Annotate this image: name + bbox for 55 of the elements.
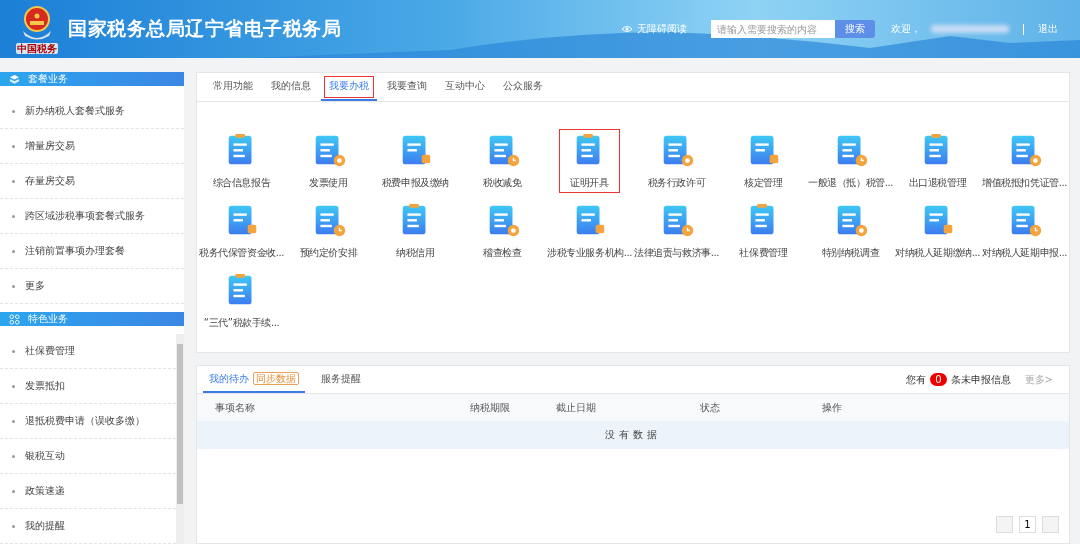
- service-tile[interactable]: 特别纳税调查: [807, 202, 894, 260]
- tab[interactable]: 我的信息: [263, 73, 319, 101]
- service-tile[interactable]: 纳税信用: [372, 202, 459, 260]
- service-tile[interactable]: 税务代保管资金收...: [198, 202, 285, 260]
- service-tile[interactable]: 一般退（抵）税管...: [807, 132, 894, 190]
- tab[interactable]: 公众服务: [495, 73, 551, 101]
- service-tile[interactable]: 增值税抵扣凭证管...: [981, 132, 1068, 190]
- count-badge: 0: [930, 373, 947, 386]
- empty-message: 没有数据: [197, 421, 1069, 449]
- eye-icon: [621, 25, 633, 33]
- service-tile[interactable]: 核定管理: [720, 132, 807, 190]
- column-header: 状态: [700, 400, 721, 415]
- service-tile[interactable]: 涉税专业服务机构...: [546, 202, 633, 260]
- site-title: 国家税务总局辽宁省电子税务局: [68, 16, 341, 41]
- column-header: 操作: [822, 400, 843, 415]
- previous-page-button[interactable]: [996, 516, 1013, 533]
- notice-text: 您有: [906, 372, 927, 387]
- grid-icon: [9, 313, 20, 325]
- sidebar-item[interactable]: 跨区域涉税事项套餐式服务: [0, 199, 184, 234]
- sidebar-item[interactable]: 注销前置事项办理套餐: [0, 234, 184, 269]
- service-tile[interactable]: 对纳税人延期缴纳...: [894, 202, 981, 260]
- sidebar-item[interactable]: 新办纳税人套餐式服务: [0, 94, 184, 129]
- tab[interactable]: 服务提醒: [315, 366, 367, 393]
- welcome-text: 欢迎，: [891, 22, 921, 36]
- page-button[interactable]: 1: [1019, 516, 1036, 533]
- service-tile[interactable]: 税收减免: [459, 132, 546, 190]
- notice-text: 条未申报信息: [950, 372, 1011, 387]
- tab[interactable]: 我要办税: [321, 73, 377, 101]
- sidebar-item[interactable]: 增量房交易: [0, 129, 184, 164]
- service-tile[interactable]: 对纳税人延期申报...: [981, 202, 1068, 260]
- service-tile[interactable]: “三代”税款手续...: [198, 272, 285, 330]
- service-tile[interactable]: 稽查检查: [459, 202, 546, 260]
- service-tile[interactable]: 出口退税管理: [894, 132, 981, 190]
- scrollbar[interactable]: [176, 334, 184, 544]
- next-page-button[interactable]: [1042, 516, 1059, 533]
- service-tile[interactable]: 法律追责与救济事...: [633, 202, 720, 260]
- tab[interactable]: 互动中心: [437, 73, 493, 101]
- section-title: 特色业务: [28, 312, 68, 326]
- service-tile[interactable]: 证明开具: [558, 128, 621, 194]
- column-header: 事项名称: [215, 400, 256, 415]
- service-tile[interactable]: 社保费管理: [720, 202, 807, 260]
- sidebar-item[interactable]: 存量房交易: [0, 164, 184, 199]
- service-tile[interactable]: 综合信息报告: [198, 132, 285, 190]
- section-title: 套餐业务: [28, 72, 68, 86]
- service-tile[interactable]: 税务行政许可: [633, 132, 720, 190]
- tab[interactable]: 我要查询: [379, 73, 435, 101]
- tab[interactable]: 常用功能: [205, 73, 261, 101]
- cube-icon: [9, 73, 20, 85]
- emblem-caption: 中国税务: [16, 42, 58, 54]
- column-header: 纳税期限: [470, 400, 511, 415]
- sidebar-item[interactable]: 更多: [0, 269, 184, 304]
- service-tile[interactable]: 税费申报及缴纳: [372, 132, 459, 190]
- column-header: 截止日期: [556, 400, 597, 415]
- service-tile[interactable]: 预约定价安排: [285, 202, 372, 260]
- service-tile[interactable]: 发票使用: [285, 132, 372, 190]
